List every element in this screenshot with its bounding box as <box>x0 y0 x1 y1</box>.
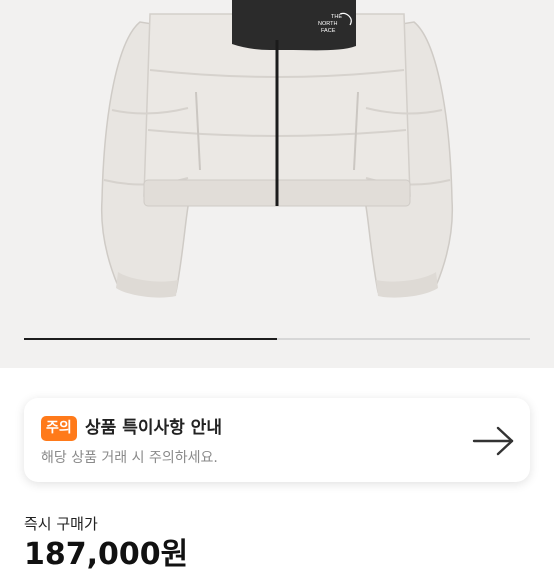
notice-subtitle: 해당 상품 거래 시 주의하세요. <box>41 450 218 466</box>
jacket-illustration: THE NORTH FACE <box>100 0 454 298</box>
carousel-indicator-active <box>24 338 277 340</box>
logo-line-1: THE <box>331 14 342 20</box>
carousel-indicator <box>24 338 530 340</box>
caution-badge: 주의 <box>41 416 77 441</box>
arrow-right-icon[interactable] <box>472 425 516 457</box>
product-image[interactable]: THE NORTH FACE <box>0 0 554 368</box>
logo-line-2: NORTH <box>318 21 337 27</box>
logo-line-3: FACE <box>321 28 336 34</box>
notice-card[interactable]: 주의 상품 특이사항 안내 해당 상품 거래 시 주의하세요. <box>24 398 530 482</box>
notice-title: 상품 특이사항 안내 <box>85 418 222 438</box>
instant-buy-price: 187,000원 <box>24 537 189 572</box>
instant-buy-label: 즉시 구매가 <box>24 515 98 533</box>
